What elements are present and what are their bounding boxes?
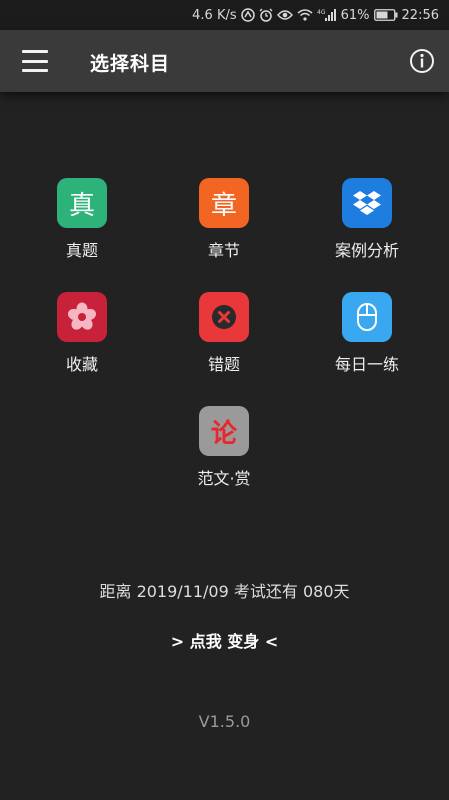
subject-case-analysis[interactable]: 案例分析 [312, 178, 422, 274]
zhang-glyph-icon: 章 [199, 178, 249, 228]
zhen-glyph-icon: 真 [57, 178, 107, 228]
zhang-glyph: 章 [210, 190, 237, 221]
wifi-icon [297, 9, 313, 21]
transform-button[interactable]: > 点我 变身 < [0, 628, 449, 652]
subject-label: 每日一练 [334, 355, 399, 374]
signal-icon: 4G [317, 8, 337, 22]
subject-label: 章节 [207, 241, 240, 260]
svg-text:4G: 4G [317, 9, 326, 16]
flower-icon [57, 292, 107, 342]
lun-glyph-icon: 论 [199, 406, 249, 456]
nfc-icon [240, 8, 255, 22]
close-circle-icon [199, 292, 249, 342]
mouse-icon [342, 292, 392, 342]
alarm-icon [259, 8, 273, 22]
exam-countdown: 距离 2019/11/09 考试还有 080天 [99, 582, 350, 601]
subject-label: 收藏 [65, 355, 98, 374]
page-title: 选择科目 [90, 53, 171, 75]
battery-icon [373, 9, 398, 21]
subject-real-exams[interactable]: 真 真题 [27, 178, 137, 274]
version-label: V1.5.0 [198, 712, 251, 731]
subject-essay-appreciation[interactable]: 论 范文·赏 [169, 406, 279, 502]
network-speed: 4.6 K/s [192, 7, 237, 23]
menu-icon[interactable] [22, 50, 48, 72]
eye-icon [276, 9, 293, 21]
subject-label: 案例分析 [334, 241, 399, 260]
app-bar: 选择科目 [0, 30, 449, 92]
subject-label: 错题 [207, 355, 240, 374]
battery-percent: 61% [340, 7, 370, 23]
subject-label: 范文·赏 [197, 469, 251, 488]
subject-favorites[interactable]: 收藏 [27, 292, 137, 388]
clock: 22:56 [401, 7, 439, 23]
status-bar: 4.6 K/s 4G 61% 22:56 [0, 0, 449, 30]
zhen-glyph: 真 [68, 190, 95, 221]
subject-daily-practice[interactable]: 每日一练 [312, 292, 422, 388]
info-icon[interactable] [409, 48, 435, 74]
subject-chapters[interactable]: 章 章节 [169, 178, 279, 274]
lun-glyph: 论 [210, 418, 237, 449]
subject-label: 真题 [65, 241, 98, 260]
dropbox-icon [342, 178, 392, 228]
subject-wrong-questions[interactable]: 错题 [169, 292, 279, 388]
